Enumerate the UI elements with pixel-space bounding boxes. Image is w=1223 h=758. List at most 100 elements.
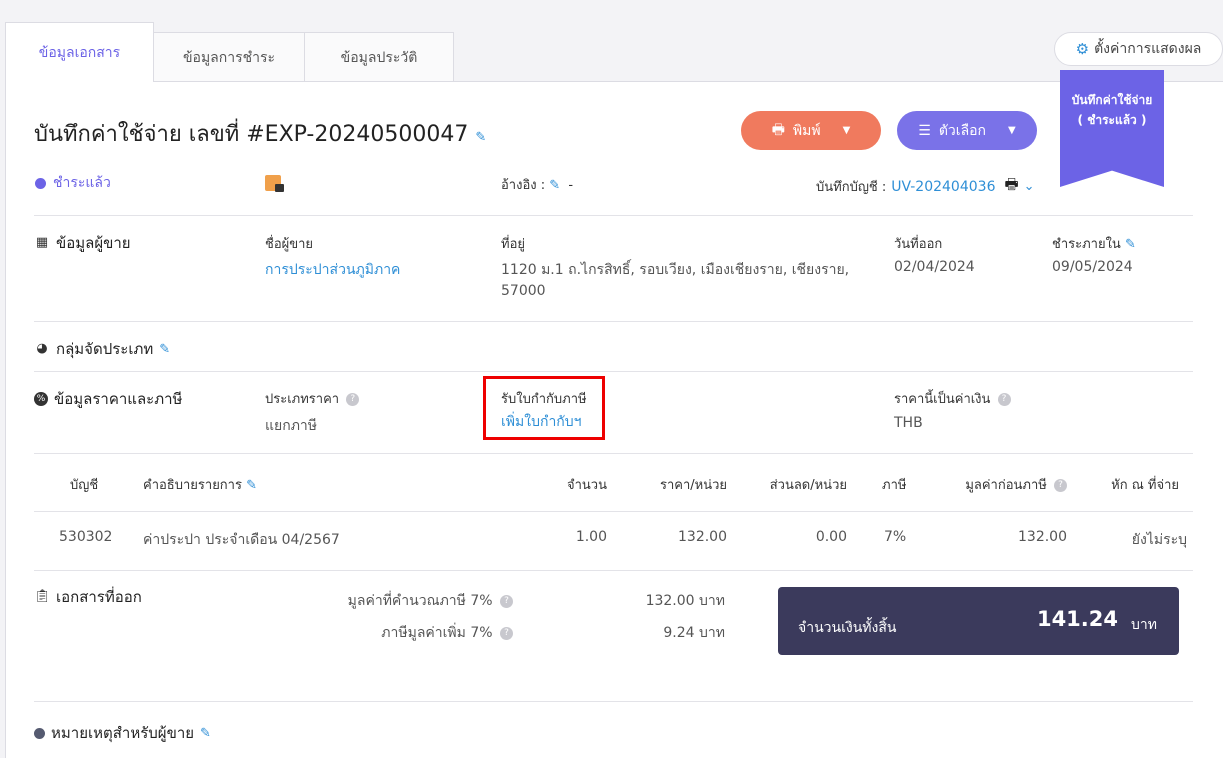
divider [34,215,1193,216]
print-button[interactable]: 🖶 พิมพ์ ▼ [741,111,881,150]
reference-value: - [568,178,574,193]
th-pre-tax: มูลค่าก่อนภาษี [965,478,1047,493]
vendor-section-label: ข้อมูลผู้ขาย [56,234,131,252]
document-card [5,81,1223,758]
documents-section-title: 📋︎ เอกสารที่ออก [34,585,142,609]
currency-value: THB [894,415,923,431]
list-icon: ☰ [918,122,931,139]
price-type-label: ประเภทราคา [265,392,340,407]
th-account: บัญชี [70,478,99,493]
cell-withholding: ยังไม่ระบุ [1131,532,1187,548]
pencil-icon[interactable]: ✎ [200,726,211,741]
currency-label-wrap: ราคานี้เป็นค่าเงิน ? [894,388,1011,409]
pie-chart-icon: ◕ [36,341,48,356]
cell-tax: 7% [884,529,907,545]
pencil-icon[interactable]: ✎ [246,478,257,493]
pricing-section-label: ข้อมูลราคาและภาษี [54,390,183,408]
th-unit-price: ราคา/หน่วย [659,478,727,493]
category-section-title: ◕ กลุ่มจัดประเภท ✎ [34,337,170,361]
documents-section-label: เอกสารที่ออก [56,588,142,606]
tab-label: ข้อมูลประวัติ [340,49,418,66]
total-unit: บาท [1131,617,1157,633]
grand-total-box: จำนวนเงินทั้งสิ้น 141.24 บาท [778,587,1179,655]
tab-payment-info[interactable]: ข้อมูลการชำระ [153,32,305,82]
chevron-down-icon: ▼ [1008,125,1016,136]
th-pre-tax-wrap: มูลค่าก่อนภาษี ? [937,474,1067,495]
th-tax: ภาษี [882,478,907,493]
ribbon-line1: บันทึกค่าใช้จ่าย [1071,93,1153,107]
taxable-label-wrap: มูลค่าที่คำนวณภาษี 7% ? [300,590,513,612]
ribbon-line2: ( ชำระแล้ว ) [1077,113,1147,127]
cell-description: ค่าประปา ประจำเดือน 04/2567 [143,532,340,548]
address-label: ที่อยู่ [501,237,525,252]
highlight-box [483,376,605,440]
total-value: 141.24 [1036,607,1118,631]
building-icon: ▦ [35,235,49,250]
th-description-wrap: คำอธิบายรายการ ✎ [143,474,257,495]
due-date-value: 09/05/2024 [1052,259,1133,275]
journal-label: บันทึกบัญชี : [816,180,887,195]
chevron-down-icon: ▼ [842,125,851,136]
th-description: คำอธิบายรายการ [143,478,242,493]
pencil-icon[interactable]: ✎ [1125,237,1136,252]
journal-field: บันทึกบัญชี : UV-202404036 🖶 ⌄ [816,174,1035,199]
tab-history-info[interactable]: ข้อมูลประวัติ [304,32,454,82]
cell-qty: 1.00 [575,529,607,545]
help-icon[interactable]: ? [500,626,513,640]
divider [34,453,1193,454]
divider [34,701,1193,702]
display-settings-label: ตั้งค่าการแสดงผล [1094,41,1202,57]
printer-icon[interactable]: 🖶 [1004,174,1018,199]
vat-value: 9.24 บาท [663,625,725,641]
price-type-label-wrap: ประเภทราคา ? [265,388,360,409]
page-title: บันทึกค่าใช้จ่าย เลขที่ #EXP-20240500047… [34,116,486,151]
options-button[interactable]: ☰ ตัวเลือก ▼ [897,111,1037,150]
print-label: พิมพ์ [792,122,821,139]
status-label: ชำระแล้ว [53,175,111,191]
divider [34,371,1193,372]
table-row: 530302 ค่าประปา ประจำเดือน 04/2567 1.00 … [0,529,1223,549]
clipboard-icon: 📋︎ [34,589,51,604]
pencil-icon[interactable]: ✎ [159,342,170,357]
divider [34,511,1193,512]
status-indicator: ชำระแล้ว [35,172,111,194]
issue-date-value: 02/04/2024 [894,259,975,275]
cell-discount: 0.00 [815,529,847,545]
help-icon[interactable]: ? [346,393,360,406]
bullet-icon [34,727,45,739]
reference-field: อ้างอิง : ✎ - [501,174,573,195]
help-icon[interactable]: ? [1054,479,1067,492]
options-label: ตัวเลือก [938,122,987,139]
pricing-section-title: % ข้อมูลราคาและภาษี [34,387,182,411]
reference-label: อ้างอิง : [501,178,546,193]
vat-label: ภาษีมูลค่าเพิ่ม 7% [381,625,493,641]
gear-icon: ⚙ [1075,40,1090,58]
currency-label: ราคานี้เป็นค่าเงิน [894,392,991,407]
th-discount: ส่วนลด/หน่วย [769,478,847,493]
help-icon[interactable]: ? [500,594,513,608]
page-title-text: บันทึกค่าใช้จ่าย เลขที่ #EXP-20240500047 [34,122,469,147]
vendor-section-title: ▦ ข้อมูลผู้ขาย [34,231,131,255]
chevron-down-icon[interactable]: ⌄ [1024,179,1035,194]
help-icon[interactable]: ? [997,393,1011,406]
th-withholding: หัก ณ ที่จ่าย [1111,478,1179,493]
pencil-icon[interactable]: ✎ [475,130,486,145]
tab-document-info[interactable]: ข้อมูลเอกสาร [5,22,154,82]
th-qty: จำนวน [567,478,607,493]
category-section-label: กลุ่มจัดประเภท [56,340,154,358]
journal-link[interactable]: UV-202404036 [891,179,995,195]
tab-label: ข้อมูลเอกสาร [38,44,121,61]
address-line2: 57000 [501,283,546,299]
notes-section-label: หมายเหตุสำหรับผู้ขาย [51,724,195,742]
taxable-label: มูลค่าที่คำนวณภาษี 7% [347,593,493,609]
address-line1: 1120 ม.1 ถ.ไกรสิทธิ์, รอบเวียง, เมืองเชี… [501,262,850,278]
total-label: จำนวนเงินทั้งสิ้น [798,620,897,636]
display-settings-button[interactable]: ⚙ ตั้งค่าการแสดงผล [1054,32,1223,66]
price-type-value: แยกภาษี [265,418,318,434]
status-ribbon: บันทึกค่าใช้จ่าย ( ชำระแล้ว ) [1060,70,1164,187]
vendor-name-link[interactable]: การประปาส่วนภูมิภาค [265,259,400,281]
notes-section-title: หมายเหตุสำหรับผู้ขาย ✎ [34,721,211,745]
pencil-icon[interactable]: ✎ [549,178,560,193]
vat-label-wrap: ภาษีมูลค่าเพิ่ม 7% ? [300,622,513,644]
status-dot-icon [35,177,46,189]
